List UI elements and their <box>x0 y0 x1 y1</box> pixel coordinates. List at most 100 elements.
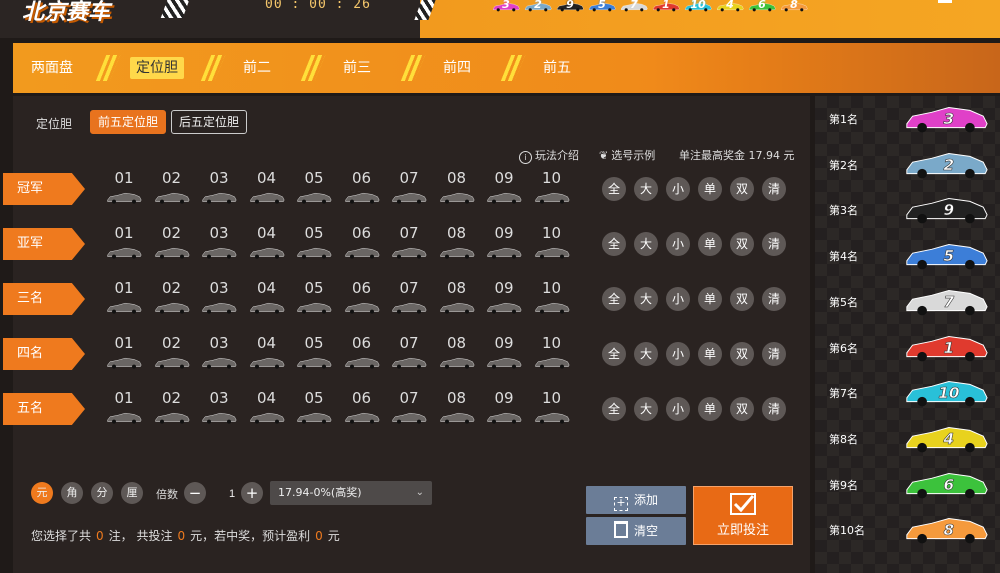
number-ball[interactable]: 08 <box>434 169 480 209</box>
number-ball[interactable]: 07 <box>386 169 432 209</box>
number-ball[interactable]: 08 <box>434 224 480 264</box>
number-ball[interactable]: 02 <box>149 389 195 429</box>
quick-select-button[interactable]: 大 <box>634 232 658 256</box>
number-ball[interactable]: 09 <box>481 389 527 429</box>
number-ball[interactable]: 04 <box>244 279 290 319</box>
quick-select-button[interactable]: 清 <box>762 342 786 366</box>
number-ball[interactable]: 05 <box>291 224 337 264</box>
quick-select-button[interactable]: 大 <box>634 342 658 366</box>
quick-select-button[interactable]: 清 <box>762 232 786 256</box>
quick-select-button[interactable]: 全 <box>602 232 626 256</box>
number-ball[interactable]: 08 <box>434 279 480 319</box>
multiplier-plus-button[interactable]: + <box>241 482 263 504</box>
odds-select[interactable]: 17.94-0%(高奖) ⌄ <box>270 481 432 505</box>
number-ball[interactable]: 04 <box>244 224 290 264</box>
number-ball[interactable]: 09 <box>481 334 527 374</box>
tab-2[interactable]: 前二 <box>218 43 296 93</box>
number-ball[interactable]: 07 <box>386 334 432 374</box>
number-ball[interactable]: 06 <box>339 224 385 264</box>
number-ball[interactable]: 10 <box>529 169 575 209</box>
number-ball[interactable]: 05 <box>291 389 337 429</box>
number-ball[interactable]: 03 <box>196 389 242 429</box>
quick-select-button[interactable]: 小 <box>666 397 690 421</box>
subtab-back-five[interactable]: 后五定位胆 <box>171 110 248 134</box>
number-ball[interactable]: 05 <box>291 279 337 319</box>
tab-1[interactable]: 定位胆 <box>118 43 196 93</box>
quick-select-button[interactable]: 清 <box>762 287 786 311</box>
number-ball[interactable]: 07 <box>386 224 432 264</box>
subtab-front-five[interactable]: 前五定位胆 <box>90 110 167 134</box>
number-ball[interactable]: 04 <box>244 334 290 374</box>
number-ball[interactable]: 07 <box>386 279 432 319</box>
number-ball[interactable]: 06 <box>339 334 385 374</box>
number-ball[interactable]: 01 <box>101 334 147 374</box>
quick-select-button[interactable]: 小 <box>666 287 690 311</box>
multiplier-minus-button[interactable]: − <box>184 482 206 504</box>
quick-select-button[interactable]: 小 <box>666 342 690 366</box>
clear-button[interactable]: 清空 <box>586 517 686 545</box>
unit-button[interactable]: 厘 <box>121 482 143 504</box>
unit-button[interactable]: 角 <box>61 482 83 504</box>
number-ball[interactable]: 08 <box>434 334 480 374</box>
tab-5[interactable]: 前五 <box>518 43 596 93</box>
number-ball[interactable]: 03 <box>196 169 242 209</box>
unit-button[interactable]: 元 <box>31 482 53 504</box>
quick-select-button[interactable]: 双 <box>730 177 754 201</box>
number-ball[interactable]: 04 <box>244 389 290 429</box>
number-ball[interactable]: 06 <box>339 279 385 319</box>
number-ball[interactable]: 03 <box>196 224 242 264</box>
number-ball[interactable]: 02 <box>149 279 195 319</box>
number-ball[interactable]: 09 <box>481 224 527 264</box>
quick-select-button[interactable]: 大 <box>634 397 658 421</box>
quick-select-button[interactable]: 单 <box>698 232 722 256</box>
number-ball[interactable]: 05 <box>291 169 337 209</box>
number-ball[interactable]: 02 <box>149 334 195 374</box>
quick-select-button[interactable]: 双 <box>730 342 754 366</box>
quick-select-button[interactable]: 全 <box>602 397 626 421</box>
place-bet-button[interactable]: 立即投注 <box>693 486 793 545</box>
menu-icon[interactable] <box>938 0 952 3</box>
quick-select-button[interactable]: 清 <box>762 397 786 421</box>
number-ball[interactable]: 09 <box>481 169 527 209</box>
number-ball[interactable]: 07 <box>386 389 432 429</box>
number-ball[interactable]: 01 <box>101 169 147 209</box>
quick-select-button[interactable]: 大 <box>634 287 658 311</box>
quick-select-button[interactable]: 单 <box>698 287 722 311</box>
quick-select-button[interactable]: 双 <box>730 397 754 421</box>
rules-link[interactable]: i 玩法介绍 <box>519 147 579 164</box>
number-ball[interactable]: 04 <box>244 169 290 209</box>
quick-select-button[interactable]: 单 <box>698 342 722 366</box>
quick-select-button[interactable]: 小 <box>666 232 690 256</box>
quick-select-button[interactable]: 全 <box>602 287 626 311</box>
unit-button[interactable]: 分 <box>91 482 113 504</box>
number-ball[interactable]: 03 <box>196 334 242 374</box>
quick-select-button[interactable]: 全 <box>602 177 626 201</box>
number-ball[interactable]: 01 <box>101 279 147 319</box>
number-ball[interactable]: 05 <box>291 334 337 374</box>
number-ball[interactable]: 01 <box>101 224 147 264</box>
number-ball[interactable]: 01 <box>101 389 147 429</box>
number-ball[interactable]: 02 <box>149 224 195 264</box>
quick-select-button[interactable]: 双 <box>730 232 754 256</box>
number-ball[interactable]: 08 <box>434 389 480 429</box>
tab-3[interactable]: 前三 <box>318 43 396 93</box>
quick-select-button[interactable]: 大 <box>634 177 658 201</box>
quick-select-button[interactable]: 双 <box>730 287 754 311</box>
example-link[interactable]: ❦ 选号示例 <box>599 147 655 163</box>
number-ball[interactable]: 03 <box>196 279 242 319</box>
number-ball[interactable]: 10 <box>529 279 575 319</box>
number-ball[interactable]: 06 <box>339 389 385 429</box>
number-ball[interactable]: 10 <box>529 224 575 264</box>
number-ball[interactable]: 09 <box>481 279 527 319</box>
tab-0[interactable]: 两面盘 <box>13 43 91 93</box>
number-ball[interactable]: 02 <box>149 169 195 209</box>
number-ball[interactable]: 06 <box>339 169 385 209</box>
quick-select-button[interactable]: 单 <box>698 177 722 201</box>
quick-select-button[interactable]: 单 <box>698 397 722 421</box>
quick-select-button[interactable]: 小 <box>666 177 690 201</box>
quick-select-button[interactable]: 清 <box>762 177 786 201</box>
quick-select-button[interactable]: 全 <box>602 342 626 366</box>
number-ball[interactable]: 10 <box>529 389 575 429</box>
add-button[interactable]: + 添加 <box>586 486 686 514</box>
tab-4[interactable]: 前四 <box>418 43 496 93</box>
